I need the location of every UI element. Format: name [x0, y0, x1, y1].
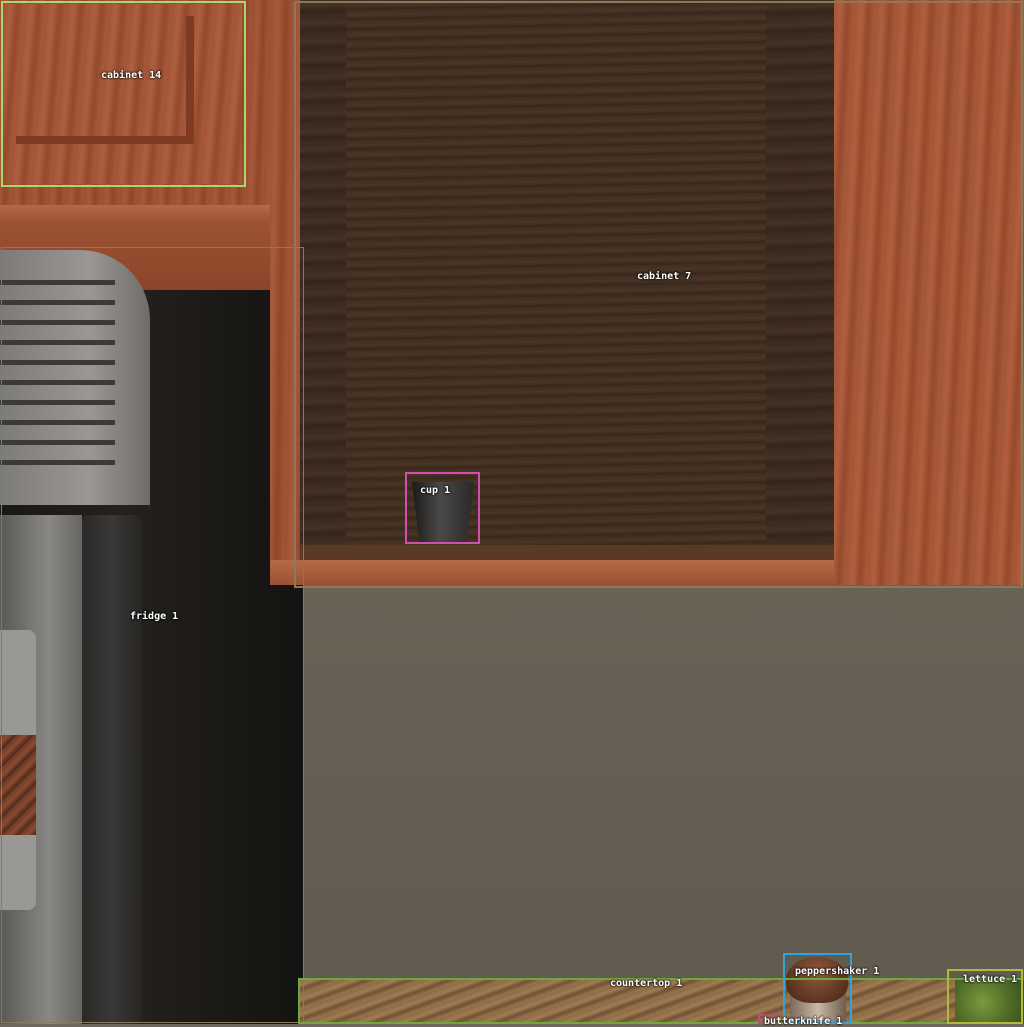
- bbox-cabinet-7: [294, 1, 1023, 588]
- bbox-fridge-1: [1, 247, 304, 1023]
- bbox-peppershaker-1: [783, 953, 852, 1024]
- label-cup-1: cup 1: [420, 485, 451, 496]
- label-cabinet-14: cabinet 14: [101, 70, 162, 81]
- label-fridge-1: fridge 1: [130, 611, 179, 622]
- label-butterknife-1: butterknife 1: [764, 1016, 843, 1027]
- label-lettuce-1: lettuce 1: [963, 974, 1018, 985]
- bbox-cup-1: [405, 472, 480, 544]
- label-cabinet-7: cabinet 7: [637, 271, 692, 282]
- bbox-cabinet-14: [1, 1, 246, 187]
- label-countertop-1: countertop 1: [610, 978, 683, 989]
- label-peppershaker-1: peppershaker 1: [795, 966, 880, 977]
